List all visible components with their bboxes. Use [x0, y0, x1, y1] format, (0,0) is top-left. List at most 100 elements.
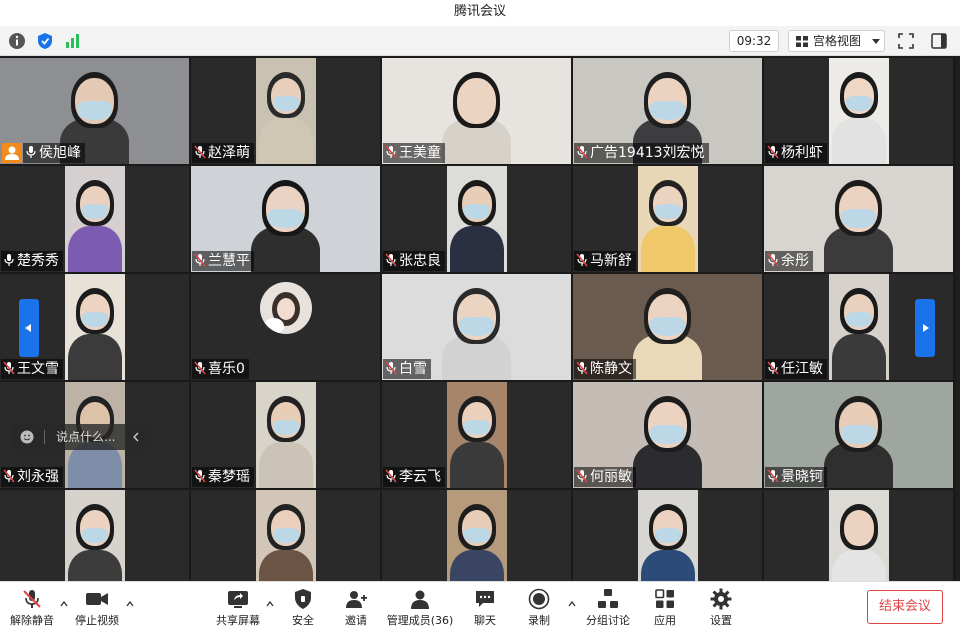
participant-name: 张忠良 [383, 251, 445, 271]
participant-name: 李云飞 [383, 467, 445, 487]
share-screen-button[interactable]: 共享屏幕 [213, 582, 263, 629]
participant-name: 陈静文 [574, 359, 636, 379]
host-badge [2, 143, 22, 163]
mic-muted-icon [767, 361, 779, 375]
end-meeting-button[interactable]: 结束会议 [867, 590, 943, 624]
chevron-right-icon [923, 324, 929, 332]
chevron-up-icon[interactable] [568, 600, 576, 608]
chevron-left-icon [25, 324, 31, 332]
participant-name: 马新舒 [574, 251, 636, 271]
security-button[interactable]: 安全 [284, 582, 322, 629]
participant-name: 景晓钶 [765, 467, 827, 487]
participant-name: 侯旭峰 [23, 143, 85, 163]
video-feed [256, 58, 316, 164]
participant-name: 杨利虾 [765, 143, 827, 163]
mic-muted-icon [385, 361, 397, 375]
participant-name-label: 赵泽萌 [208, 145, 250, 161]
gear-icon [710, 588, 732, 610]
chat-input-floating[interactable]: 说点什么... [12, 424, 152, 450]
unmute-label: 解除静音 [10, 614, 54, 627]
window-title: 腾讯会议 [0, 0, 960, 26]
participant-name-label: 陈静文 [590, 361, 632, 377]
participant-tile[interactable]: 王美童 [382, 58, 571, 164]
participant-name-label: 喜乐0 [208, 361, 245, 377]
apps-icon [655, 589, 674, 608]
chevron-up-icon[interactable] [266, 600, 274, 608]
mic-muted-icon [576, 361, 588, 375]
participant-tile[interactable]: 陈静文 [573, 274, 762, 380]
participant-name-label: 马新舒 [590, 253, 632, 269]
participant-tile[interactable]: 余彤 [764, 166, 953, 272]
shield-icon[interactable] [36, 32, 54, 50]
participant-name-label: 何丽敏 [590, 469, 632, 485]
mic-icon [26, 146, 36, 158]
participant-tile[interactable]: 李云飞 [382, 382, 571, 488]
grid-icon [796, 36, 808, 47]
collapse-icon[interactable] [132, 432, 140, 442]
participant-name-label: 白雪 [399, 361, 427, 377]
stop-video-button[interactable]: 停止视频 [72, 582, 122, 629]
participant-name: 楚秀秀 [1, 251, 63, 271]
participant-tile[interactable]: 广告19413刘宏悦 [573, 58, 762, 164]
apps-button[interactable]: 应用 [646, 582, 684, 629]
invite-button[interactable]: 邀请 [337, 582, 375, 629]
info-icon[interactable] [8, 32, 26, 50]
prev-page-button[interactable] [19, 299, 39, 357]
video-feed [256, 382, 316, 488]
participant-name-label: 楚秀秀 [17, 253, 59, 269]
participant-name-label: 广告19413刘宏悦 [590, 145, 705, 161]
manage-members-button[interactable]: 管理成员(36) [385, 582, 455, 629]
signal-icon[interactable] [64, 32, 82, 50]
mic-icon [4, 254, 14, 266]
meeting-timer: 09:32 [729, 30, 779, 52]
participant-tile[interactable]: 张忠良 [382, 166, 571, 272]
video-feed [829, 58, 889, 164]
participant-tile[interactable]: 马新舒 [573, 166, 762, 272]
participant-name: 兰慧平 [192, 251, 254, 271]
participant-tile[interactable]: 楚秀秀 [0, 166, 189, 272]
participant-tile[interactable]: 秦梦瑶 [191, 382, 380, 488]
mic-muted-icon [767, 469, 779, 483]
breakout-icon [598, 589, 618, 608]
next-page-button[interactable] [915, 299, 935, 357]
participant-tile[interactable]: 白雪 [382, 274, 571, 380]
participant-tile[interactable]: 杨利虾 [764, 58, 953, 164]
participant-tile[interactable]: 侯旭峰 [0, 58, 189, 164]
mic-muted-icon [194, 145, 206, 159]
apps-label: 应用 [654, 614, 676, 627]
video-feed [638, 166, 698, 272]
participant-name-label: 秦梦瑶 [208, 469, 250, 485]
meeting-toolbar: 解除静音 停止视频 共享屏幕 安全 邀请 管理成员(36) 聊天 录制 分组讨论… [0, 581, 960, 629]
sidebar-toggle-icon[interactable] [931, 33, 947, 49]
mic-muted-icon [576, 145, 588, 159]
chat-button[interactable]: 聊天 [466, 582, 504, 629]
mic-muted-icon [576, 253, 588, 267]
divider [44, 430, 45, 444]
add-user-icon [346, 591, 367, 608]
security-label: 安全 [292, 614, 314, 627]
user-icon [5, 146, 19, 160]
camera-icon [86, 593, 108, 605]
participant-tile[interactable]: 兰慧平 [191, 166, 380, 272]
video-feed [447, 166, 507, 272]
record-button[interactable]: 录制 [520, 582, 558, 629]
members-icon [411, 590, 429, 609]
share-screen-icon [228, 591, 248, 608]
fullscreen-icon[interactable] [898, 33, 914, 49]
participant-tile[interactable]: 赵泽萌 [191, 58, 380, 164]
shield-icon [295, 589, 311, 609]
participant-tile[interactable]: 何丽敏 [573, 382, 762, 488]
unmute-button[interactable]: 解除静音 [6, 582, 58, 629]
view-mode-dropdown[interactable]: 宫格视图 [788, 30, 885, 52]
participant-tile[interactable]: 喜乐0 [191, 274, 380, 380]
video-grid: 侯旭峰 赵泽萌 王美童 广告19413刘宏悦 杨利虾 楚秀秀 兰慧平 张忠良 马新舒 余彤 王文雪 喜… [0, 57, 956, 596]
participant-name-label: 王美童 [399, 145, 441, 161]
video-feed [447, 382, 507, 488]
breakout-button[interactable]: 分组讨论 [582, 582, 634, 629]
settings-button[interactable]: 设置 [702, 582, 740, 629]
participant-tile[interactable]: 景晓钶 [764, 382, 953, 488]
emoji-icon[interactable] [20, 430, 34, 444]
chevron-up-icon[interactable] [60, 600, 68, 608]
chevron-up-icon[interactable] [126, 600, 134, 608]
participant-name: 赵泽萌 [192, 143, 254, 163]
